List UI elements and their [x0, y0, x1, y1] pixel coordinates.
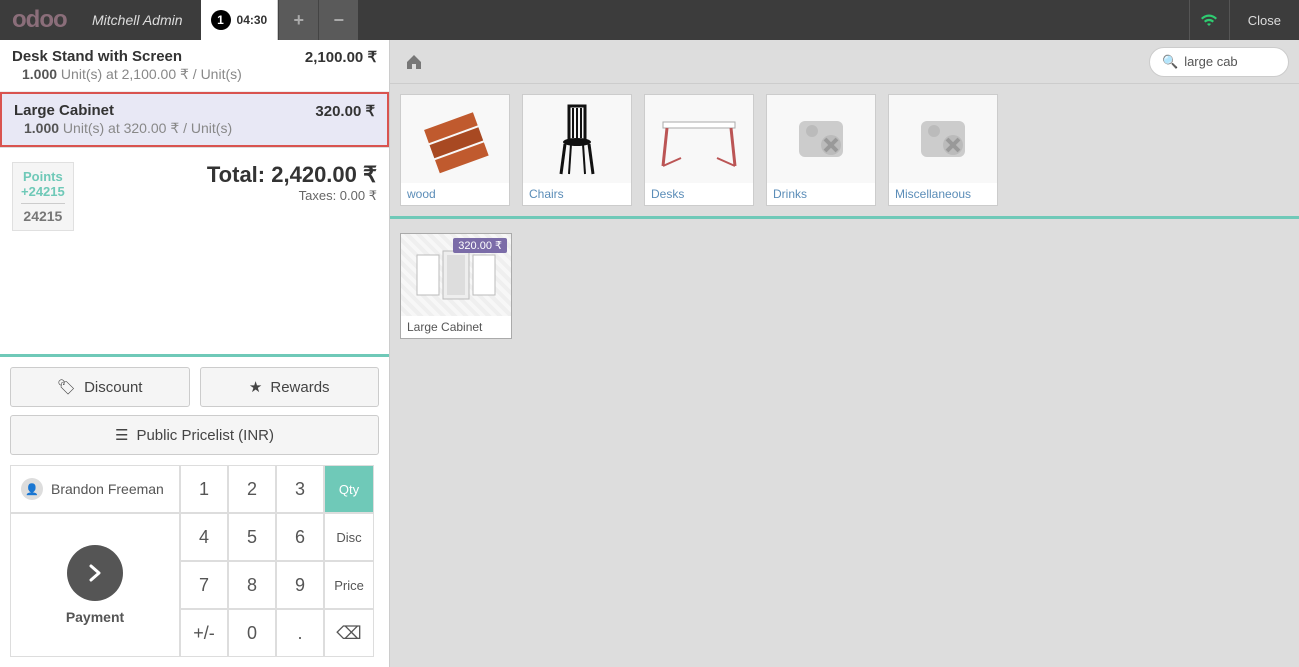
product-list: 320.00 ₹ Large Cabinet [390, 219, 1299, 353]
order-total: Total: 2,420.00 ₹ [207, 162, 377, 188]
username[interactable]: Mitchell Admin [92, 12, 183, 28]
chevron-right-icon [67, 545, 123, 601]
list-icon: ☰ [115, 426, 128, 444]
rewards-button[interactable]: ★ Rewards [200, 367, 380, 407]
category-image [401, 95, 509, 183]
orderline-price: 320.00 ₹ [315, 102, 375, 120]
category-label: wood [401, 183, 509, 205]
left-panel: Desk Stand with Screen2,100.00 ₹1.000 Un… [0, 40, 390, 667]
mode-disc-key[interactable]: Disc [324, 513, 374, 561]
order-tabs: 1 04:30 + − [201, 0, 359, 40]
product-label: Large Cabinet [401, 316, 511, 338]
loyalty-points: Points +24215 24215 [12, 162, 74, 231]
search-input[interactable] [1184, 54, 1276, 69]
customer-button[interactable]: 👤 Brandon Freeman [10, 465, 180, 513]
category-image [523, 95, 631, 183]
category-drinks[interactable]: Drinks [766, 94, 876, 206]
wifi-icon [1189, 0, 1229, 40]
order-time: 04:30 [237, 13, 268, 27]
logo: odoo [12, 6, 92, 34]
category-chairs[interactable]: Chairs [522, 94, 632, 206]
numkey-0[interactable]: 0 [228, 609, 276, 657]
orderlines: Desk Stand with Screen2,100.00 ₹1.000 Un… [0, 40, 389, 147]
orderline-price: 2,100.00 ₹ [305, 48, 377, 66]
orderline-detail: 1.000 Unit(s) at 320.00 ₹ / Unit(s) [14, 120, 375, 137]
customer-name: Brandon Freeman [51, 481, 164, 497]
home-icon [404, 52, 424, 72]
order-tab[interactable]: 1 04:30 [201, 0, 279, 40]
payment-label: Payment [66, 609, 124, 625]
numkey-7[interactable]: 7 [180, 561, 228, 609]
category-image [889, 95, 997, 183]
numkey-6[interactable]: 6 [276, 513, 324, 561]
right-panel: 🔍 wood Chairs Desks Drinks Miscellaneous 320… [390, 40, 1299, 667]
category-label: Miscellaneous [889, 183, 997, 205]
close-button[interactable]: Close [1229, 0, 1299, 40]
category-desks[interactable]: Desks [644, 94, 754, 206]
category-wood[interactable]: wood [400, 94, 510, 206]
mode-price-key[interactable]: Price [324, 561, 374, 609]
orderline[interactable]: Large Cabinet 320.00 ₹1.000 Unit(s) at 32… [0, 92, 389, 147]
numkey-5[interactable]: 5 [228, 513, 276, 561]
orderline[interactable]: Desk Stand with Screen 2,100.00 ₹1.000 Un… [0, 40, 389, 92]
home-button[interactable] [400, 48, 428, 76]
category-label: Drinks [767, 183, 875, 205]
category-list: wood Chairs Desks Drinks Miscellaneous [390, 84, 1299, 219]
numkey-3[interactable]: 3 [276, 465, 324, 513]
payment-button[interactable]: Payment [10, 513, 180, 657]
product-item[interactable]: 320.00 ₹ Large Cabinet [400, 233, 512, 339]
category-miscellaneous[interactable]: Miscellaneous [888, 94, 998, 206]
orderline-name: Large Cabinet [14, 102, 114, 120]
remove-order-button[interactable]: − [318, 0, 358, 40]
pricelist-button[interactable]: ☰ Public Pricelist (INR) [10, 415, 379, 455]
numpad: 123Qty 456Disc 789Price +/-0.⌫ [180, 465, 379, 657]
add-order-button[interactable]: + [278, 0, 318, 40]
points-add: +24215 [21, 184, 65, 199]
numkey-1[interactable]: 1 [180, 465, 228, 513]
category-image [767, 95, 875, 183]
search-icon: 🔍 [1162, 54, 1178, 70]
points-label: Points [21, 169, 65, 184]
discount-button[interactable]: 🏷 Discount [10, 367, 190, 407]
category-label: Desks [645, 183, 753, 205]
numkey-8[interactable]: 8 [228, 561, 276, 609]
topbar: odoo Mitchell Admin 1 04:30 + − Close [0, 0, 1299, 40]
category-image [645, 95, 753, 183]
numkey-2[interactable]: 2 [228, 465, 276, 513]
numkey-+/-[interactable]: +/- [180, 609, 228, 657]
orderline-name: Desk Stand with Screen [12, 48, 182, 66]
points-total: 24215 [21, 208, 65, 224]
tag-icon: 🏷 [57, 378, 76, 396]
order-summary: Points +24215 24215 Total: 2,420.00 ₹ Ta… [0, 147, 389, 245]
numkey-.[interactable]: . [276, 609, 324, 657]
backspace-key[interactable]: ⌫ [324, 609, 374, 657]
mode-qty-key[interactable]: Qty [324, 465, 374, 513]
star-icon: ★ [249, 378, 262, 396]
logo-text: odoo [12, 6, 67, 34]
user-icon: 👤 [21, 478, 43, 500]
category-label: Chairs [523, 183, 631, 205]
search-box: 🔍 [1149, 47, 1289, 77]
numkey-9[interactable]: 9 [276, 561, 324, 609]
order-seq-badge: 1 [211, 10, 231, 30]
product-toolbar: 🔍 [390, 40, 1299, 84]
numkey-4[interactable]: 4 [180, 513, 228, 561]
orderline-detail: 1.000 Unit(s) at 2,100.00 ₹ / Unit(s) [12, 66, 377, 83]
order-taxes: Taxes: 0.00 ₹ [207, 188, 377, 204]
product-price-tag: 320.00 ₹ [453, 238, 507, 253]
